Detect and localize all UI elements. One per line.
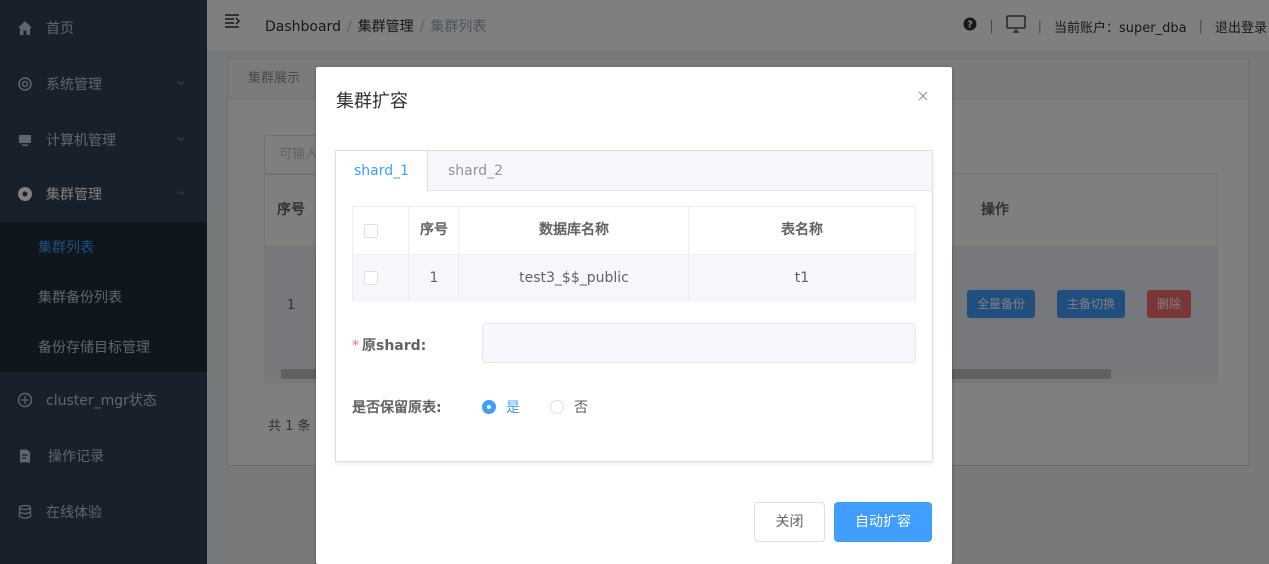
row-index: 1	[429, 270, 439, 286]
radio-label: 是	[506, 400, 520, 416]
column-divider	[688, 207, 689, 302]
column-divider	[458, 207, 459, 302]
tab-shard-2[interactable]: shard_2	[448, 151, 503, 191]
radio-label: 否	[574, 400, 588, 416]
select-all-checkbox[interactable]	[364, 224, 378, 238]
row-checkbox[interactable]	[364, 271, 378, 285]
table-row: 1 test3_$$_public t1	[353, 255, 915, 302]
source-shard-label: * 原shard:	[352, 335, 426, 355]
radio-keep-no[interactable]: 否	[550, 397, 588, 417]
radio-circle	[550, 400, 564, 414]
expand-cluster-dialog: 集群扩容 shard_1 shard_2 序号 数据库名称 表名称 1 test…	[316, 67, 952, 564]
table-header-database: 数据库名称	[539, 222, 609, 238]
table-header-index: 序号	[420, 222, 448, 238]
close-button[interactable]: 关闭	[754, 502, 825, 542]
source-shard-input[interactable]	[482, 323, 916, 363]
required-mark: *	[352, 338, 359, 354]
row-table-name: t1	[794, 270, 810, 286]
table-header-row: 序号 数据库名称 表名称	[353, 207, 915, 255]
tab-shard-1[interactable]: shard_1	[336, 151, 428, 192]
table-header-table: 表名称	[781, 222, 823, 238]
keep-table-label: 是否保留原表:	[352, 400, 442, 416]
row-database-name: test3_$$_public	[519, 270, 629, 286]
radio-keep-yes[interactable]: 是	[482, 397, 520, 417]
close-icon[interactable]	[916, 89, 930, 103]
shard-tabs: shard_1 shard_2	[336, 151, 932, 192]
column-divider	[408, 207, 409, 302]
dialog-title: 集群扩容	[336, 91, 408, 112]
auto-expand-button[interactable]: 自动扩容	[834, 502, 932, 542]
radio-circle	[482, 400, 496, 414]
shard-tabs-card: shard_1 shard_2 序号 数据库名称 表名称 1 test3_$$_…	[335, 150, 933, 462]
shard-table: 序号 数据库名称 表名称 1 test3_$$_public t1	[352, 206, 916, 302]
source-shard-label-text: 原shard:	[362, 338, 427, 354]
